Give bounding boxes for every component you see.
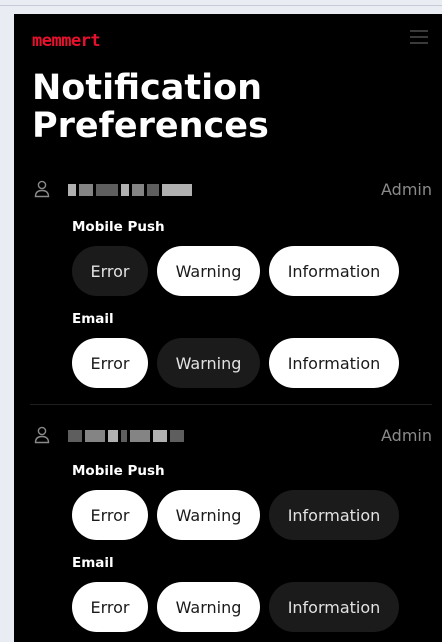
app-screen: memmert Notification Preferences Admin M… — [14, 14, 442, 642]
mobile-push-warning-toggle[interactable]: Warning — [157, 490, 260, 540]
email-warning-toggle[interactable]: Warning — [157, 338, 260, 388]
user-name-redacted — [68, 429, 192, 443]
mobile-push-label: Mobile Push — [72, 463, 165, 479]
user-divider — [30, 404, 432, 405]
menu-icon[interactable] — [410, 30, 428, 44]
email-information-toggle[interactable]: Information — [269, 582, 399, 632]
memmert-logo: memmert — [32, 31, 101, 51]
email-label: Email — [72, 555, 114, 571]
mobile-push-error-toggle[interactable]: Error — [72, 490, 148, 540]
user-card: Admin Mobile Push Error Warning Informat… — [14, 425, 442, 642]
mobile-push-options: Error Warning Information — [72, 246, 399, 296]
window-top-border — [0, 0, 442, 6]
mobile-push-information-toggle[interactable]: Information — [269, 246, 399, 296]
mobile-push-label: Mobile Push — [72, 219, 165, 235]
user-row: Admin — [14, 179, 442, 203]
user-role: Admin — [381, 180, 432, 199]
email-error-toggle[interactable]: Error — [72, 338, 148, 388]
user-role: Admin — [381, 426, 432, 445]
email-information-toggle[interactable]: Information — [269, 338, 399, 388]
user-name-redacted — [68, 183, 192, 197]
page-title: Notification Preferences — [32, 68, 269, 146]
email-label: Email — [72, 311, 114, 327]
mobile-push-options: Error Warning Information — [72, 490, 399, 540]
mobile-push-error-toggle[interactable]: Error — [72, 246, 148, 296]
email-error-toggle[interactable]: Error — [72, 582, 148, 632]
mobile-push-warning-toggle[interactable]: Warning — [157, 246, 260, 296]
mobile-push-information-toggle[interactable]: Information — [269, 490, 399, 540]
email-options: Error Warning Information — [72, 582, 399, 632]
user-card: Admin Mobile Push Error Warning Informat… — [14, 179, 442, 409]
email-warning-toggle[interactable]: Warning — [157, 582, 260, 632]
user-icon — [34, 180, 50, 198]
email-options: Error Warning Information — [72, 338, 399, 388]
user-row: Admin — [14, 425, 442, 449]
user-icon — [34, 426, 50, 444]
